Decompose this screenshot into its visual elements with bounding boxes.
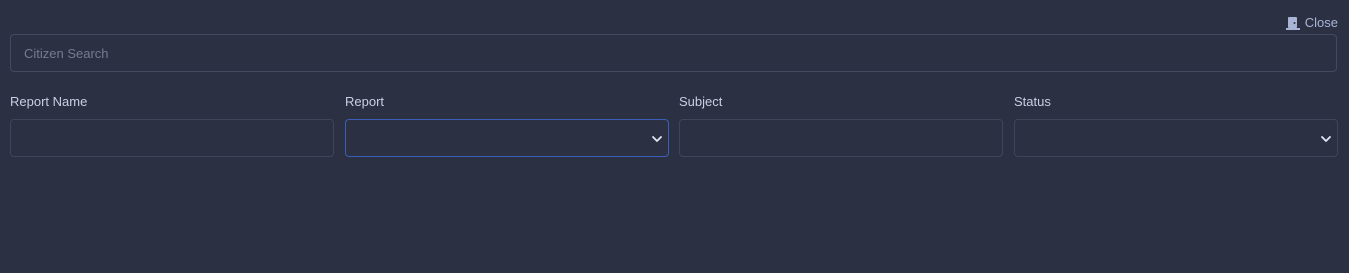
citizen-search	[10, 34, 1337, 72]
subject-input[interactable]	[680, 120, 1002, 156]
filter-panel: Close Report Name Report Subject Status	[0, 0, 1349, 273]
subject-control	[679, 119, 1003, 157]
report-name-control	[10, 119, 334, 157]
status-label: Status	[1014, 94, 1051, 109]
report-name-field: Report Name	[10, 94, 334, 157]
citizen-search-input[interactable]	[10, 34, 1337, 72]
report-name-label: Report Name	[10, 94, 88, 109]
report-select[interactable]	[345, 119, 669, 157]
report-field: Report	[345, 94, 669, 157]
chevron-down-icon	[651, 132, 663, 144]
door-icon	[1285, 16, 1300, 30]
close-button[interactable]: Close	[1285, 15, 1338, 31]
report-name-input[interactable]	[11, 120, 333, 156]
report-label: Report	[345, 94, 385, 109]
close-label: Close	[1304, 15, 1338, 30]
status-field: Status	[1014, 94, 1338, 157]
subject-label: Subject	[679, 94, 723, 109]
chevron-down-icon	[1320, 132, 1332, 144]
status-select[interactable]	[1014, 119, 1338, 157]
subject-field: Subject	[679, 94, 1003, 157]
